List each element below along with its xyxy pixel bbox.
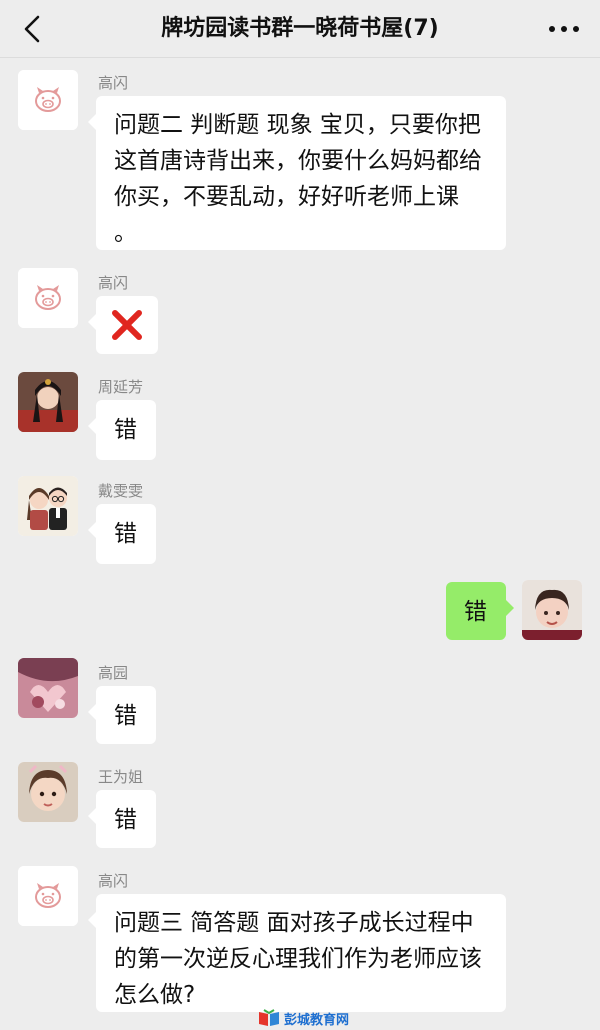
sender-name: 高闪 bbox=[98, 872, 129, 890]
photo-avatar bbox=[18, 658, 78, 718]
cartoon-couple-avatar bbox=[18, 476, 78, 536]
message-bubble[interactable] bbox=[88, 296, 158, 354]
avatar[interactable] bbox=[18, 476, 78, 536]
chat-title: 牌坊园读书群一晓荷书屋(7) bbox=[161, 16, 439, 41]
more-dots-icon bbox=[549, 26, 579, 32]
message-text: 错 bbox=[114, 807, 137, 833]
pig-icon bbox=[18, 70, 78, 130]
message-bubble[interactable]: 错 bbox=[88, 504, 156, 564]
avatar[interactable] bbox=[18, 762, 78, 822]
avatar[interactable] bbox=[522, 580, 582, 640]
message-bubble[interactable]: 错 bbox=[88, 400, 156, 460]
message-text: 错 bbox=[464, 599, 487, 625]
sender-name: 王为姐 bbox=[98, 768, 144, 786]
book-logo-icon bbox=[259, 1009, 279, 1026]
message-text: 错 bbox=[114, 417, 137, 443]
message-bubble[interactable]: 错 bbox=[88, 790, 156, 848]
pig-icon bbox=[18, 268, 78, 328]
message-bubble[interactable]: 错 bbox=[88, 686, 156, 744]
message-bubble[interactable]: 问题三 简答题 面对孩子成长过程中的第一次逆反心理我们作为老师应该怎么做? bbox=[88, 894, 506, 1012]
message-text: 问题二 判断题 现象 宝贝，只要你把这首唐诗背出来，你要什么妈妈都给你买，不要乱… bbox=[114, 112, 482, 246]
avatar[interactable] bbox=[18, 866, 78, 926]
pig-icon bbox=[18, 866, 78, 926]
sender-name: 高闪 bbox=[98, 274, 129, 292]
sender-name: 高园 bbox=[98, 664, 129, 682]
avatar[interactable] bbox=[18, 70, 78, 130]
red-cross-icon bbox=[112, 310, 142, 340]
watermark-text: 彭城教育网 bbox=[284, 1012, 350, 1028]
message-text: 错 bbox=[114, 703, 137, 729]
sender-name: 戴雯雯 bbox=[98, 482, 144, 500]
photo-avatar bbox=[18, 372, 78, 432]
chat-header: 牌坊园读书群一晓荷书屋(7) bbox=[0, 0, 600, 58]
message-bubble[interactable]: 问题二 判断题 现象 宝贝，只要你把这首唐诗背出来，你要什么妈妈都给你买，不要乱… bbox=[88, 96, 506, 250]
photo-avatar bbox=[522, 580, 582, 640]
message-text: 问题三 简答题 面对孩子成长过程中的第一次逆反心理我们作为老师应该怎么做? bbox=[114, 910, 482, 1008]
more-button[interactable] bbox=[542, 12, 586, 46]
message-bubble[interactable]: 错 bbox=[446, 582, 514, 640]
avatar[interactable] bbox=[18, 372, 78, 432]
watermark: 彭城教育网 bbox=[258, 1008, 349, 1028]
chevron-left-icon bbox=[24, 15, 40, 43]
sender-name: 周延芳 bbox=[98, 378, 144, 396]
photo-avatar bbox=[18, 762, 78, 822]
message-text: 错 bbox=[114, 521, 137, 547]
avatar[interactable] bbox=[18, 658, 78, 718]
sender-name: 高闪 bbox=[98, 74, 129, 92]
avatar[interactable] bbox=[18, 268, 78, 328]
back-button[interactable] bbox=[12, 10, 52, 48]
